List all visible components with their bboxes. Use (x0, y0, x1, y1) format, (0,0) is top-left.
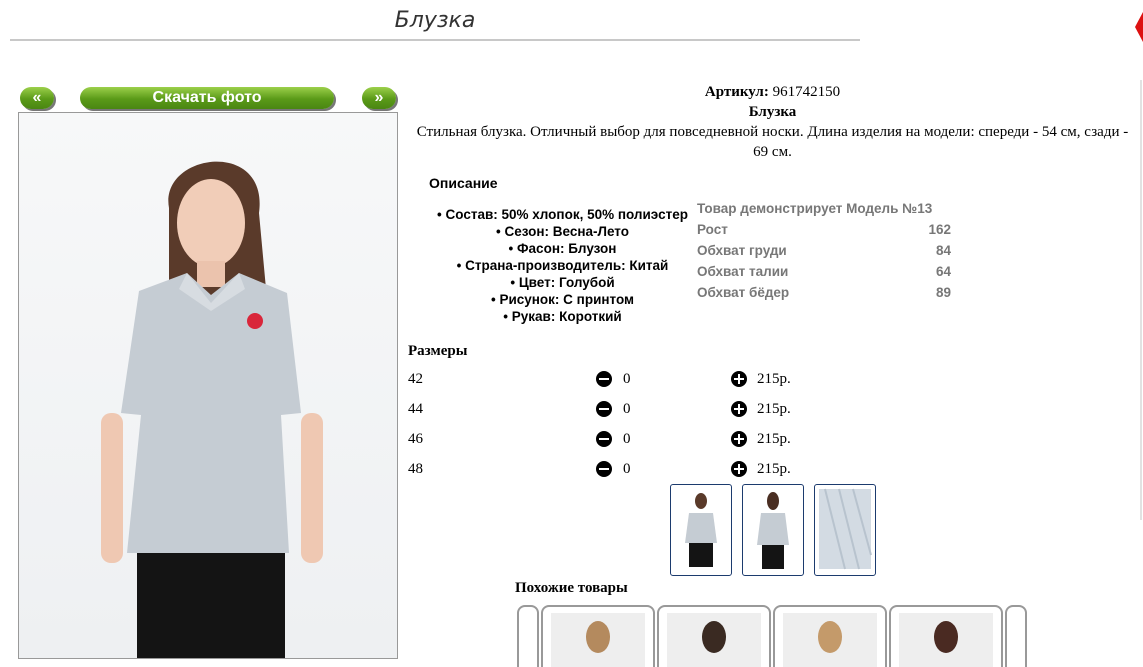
model-value: 89 (935, 285, 951, 300)
size-quantity: 0 (623, 401, 631, 417)
size-row: 46 0 215р. (408, 427, 808, 451)
size-row: 44 0 215р. (408, 397, 808, 421)
size-price: 215р. (757, 371, 791, 387)
plus-circle-icon[interactable] (731, 431, 747, 447)
model-row: Рост 162 (697, 219, 951, 240)
model-label: Рост (697, 222, 728, 237)
product-info: Артикул: 961742150 Блузка Стильная блузк… (410, 82, 1135, 162)
size-quantity: 0 (623, 371, 631, 387)
attribute-item: Состав: 50% хлопок, 50% полиэстер (420, 206, 705, 223)
size-label: 48 (408, 461, 423, 477)
plus-circle-icon[interactable] (731, 371, 747, 387)
divider (1140, 80, 1142, 520)
size-quantity: 0 (623, 431, 631, 447)
sku-value: 961742150 (772, 84, 841, 100)
model-row: Обхват талии 64 (697, 261, 951, 282)
size-label: 46 (408, 431, 423, 447)
product-name: Блузка (748, 104, 797, 120)
page-title: Блузка (10, 8, 860, 41)
size-row: 48 0 215р. (408, 457, 808, 481)
attribute-item: Сезон: Весна-Лето (420, 223, 705, 240)
thumbnail-back[interactable] (742, 484, 804, 576)
size-price: 215р. (757, 431, 791, 447)
model-row: Обхват бёдер 89 (697, 282, 951, 303)
thumbnail-fabric[interactable] (814, 484, 876, 576)
attribute-item: Рукав: Короткий (420, 308, 705, 325)
attribute-item: Страна-производитель: Китай (420, 257, 705, 274)
plus-circle-icon[interactable] (731, 461, 747, 477)
model-measurements: Товар демонстрирует Модель №13 Рост 162 О… (697, 198, 951, 303)
model-value: 64 (935, 264, 951, 279)
model-label: Обхват груди (697, 243, 787, 258)
product-description: Стильная блузка. Отличный выбор для повс… (416, 124, 1129, 160)
download-photo-button[interactable]: Скачать фото (80, 87, 334, 109)
minus-circle-icon[interactable] (596, 401, 612, 417)
prev-photo-button[interactable]: « (20, 87, 54, 109)
size-price: 215р. (757, 401, 791, 417)
sizes-heading: Размеры (408, 343, 468, 359)
similar-heading: Похожие товары (515, 580, 628, 596)
attribute-item: Цвет: Голубой (420, 274, 705, 291)
similar-item[interactable] (541, 605, 655, 667)
description-heading: Описание (429, 175, 498, 191)
attribute-item: Рисунок: С принтом (420, 291, 705, 308)
size-row: 42 0 215р. (408, 367, 808, 391)
model-value: 84 (935, 243, 951, 258)
size-label: 42 (408, 371, 423, 387)
plus-circle-icon[interactable] (731, 401, 747, 417)
size-label: 44 (408, 401, 423, 417)
similar-next-button[interactable] (1005, 605, 1027, 667)
attribute-item: Фасон: Блузон (420, 240, 705, 257)
next-photo-button[interactable]: » (362, 87, 396, 109)
similar-prev-button[interactable] (517, 605, 539, 667)
main-product-photo (18, 112, 398, 659)
sku-label: Артикул: (704, 84, 769, 100)
similar-item[interactable] (657, 605, 771, 667)
minus-circle-icon[interactable] (596, 431, 612, 447)
model-label: Обхват талии (697, 264, 789, 279)
corner-logo-icon (1135, 12, 1143, 42)
minus-circle-icon[interactable] (596, 371, 612, 387)
attribute-list: Состав: 50% хлопок, 50% полиэстер Сезон:… (420, 206, 705, 325)
minus-circle-icon[interactable] (596, 461, 612, 477)
size-quantity: 0 (623, 461, 631, 477)
model-label: Обхват бёдер (697, 285, 790, 300)
model-row: Обхват груди 84 (697, 240, 951, 261)
model-title: Товар демонстрирует Модель №13 (697, 201, 933, 216)
thumbnail-front[interactable] (670, 484, 732, 576)
similar-item[interactable] (773, 605, 887, 667)
size-price: 215р. (757, 461, 791, 477)
similar-item[interactable] (889, 605, 1003, 667)
model-value: 162 (928, 222, 951, 237)
